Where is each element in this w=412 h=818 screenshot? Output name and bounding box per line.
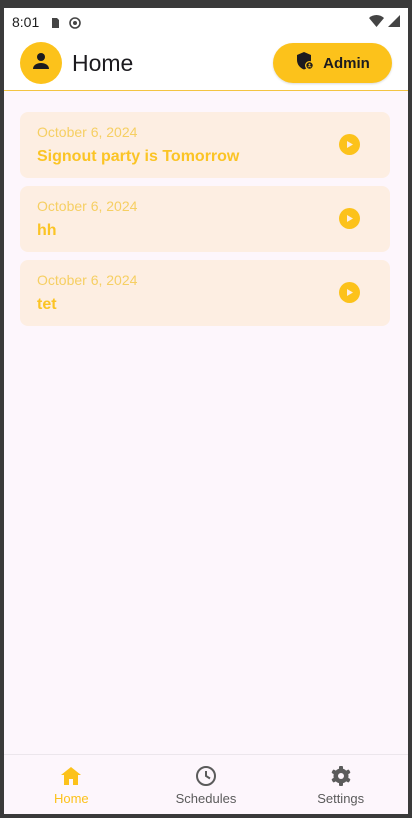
play-circle-icon[interactable] (339, 282, 360, 303)
gear-icon (330, 765, 352, 787)
nav-item-settings[interactable]: Settings (273, 755, 408, 814)
nav-item-home[interactable]: Home (4, 755, 139, 814)
announcement-card[interactable]: October 6, 2024 Signout party is Tomorro… (20, 112, 390, 178)
announcement-date: October 6, 2024 (37, 198, 138, 214)
play-circle-icon[interactable] (339, 208, 360, 229)
admin-button[interactable]: Admin (273, 43, 392, 83)
person-icon (31, 51, 51, 76)
announcement-list: October 6, 2024 Signout party is Tomorro… (20, 112, 390, 334)
signal-icon (388, 14, 400, 30)
app-screen: 8:01 Home Admin October 6, 2024 Signout … (4, 8, 408, 814)
announcement-title: hh (37, 222, 57, 239)
nav-label-home: Home (53, 791, 89, 806)
clock-icon (195, 765, 217, 787)
sim-card-icon (49, 16, 61, 28)
bottom-navigation: Home Schedules Settings (4, 754, 408, 814)
announcement-card[interactable]: October 6, 2024 hh (20, 186, 390, 252)
announcement-date: October 6, 2024 (37, 124, 138, 140)
announcement-title: Signout party is Tomorrow (37, 148, 240, 165)
shield-admin-icon (295, 51, 315, 75)
page-title: Home (72, 49, 134, 76)
nav-label-settings: Settings (317, 791, 365, 806)
nav-label-schedules: Schedules (175, 791, 237, 806)
announcement-title: tet (37, 296, 57, 313)
home-icon (61, 765, 82, 787)
nav-item-schedules[interactable]: Schedules (139, 755, 274, 814)
avatar[interactable] (20, 42, 62, 84)
app-bar: Home Admin (4, 36, 408, 91)
announcement-date: October 6, 2024 (37, 272, 138, 288)
status-time: 8:01 (12, 14, 40, 30)
app-notification-icon (69, 16, 82, 29)
status-bar: 8:01 (4, 8, 408, 36)
announcement-card[interactable]: October 6, 2024 tet (20, 260, 390, 326)
wifi-icon (369, 14, 384, 30)
play-circle-icon[interactable] (339, 134, 360, 155)
admin-button-label: Admin (323, 54, 370, 72)
